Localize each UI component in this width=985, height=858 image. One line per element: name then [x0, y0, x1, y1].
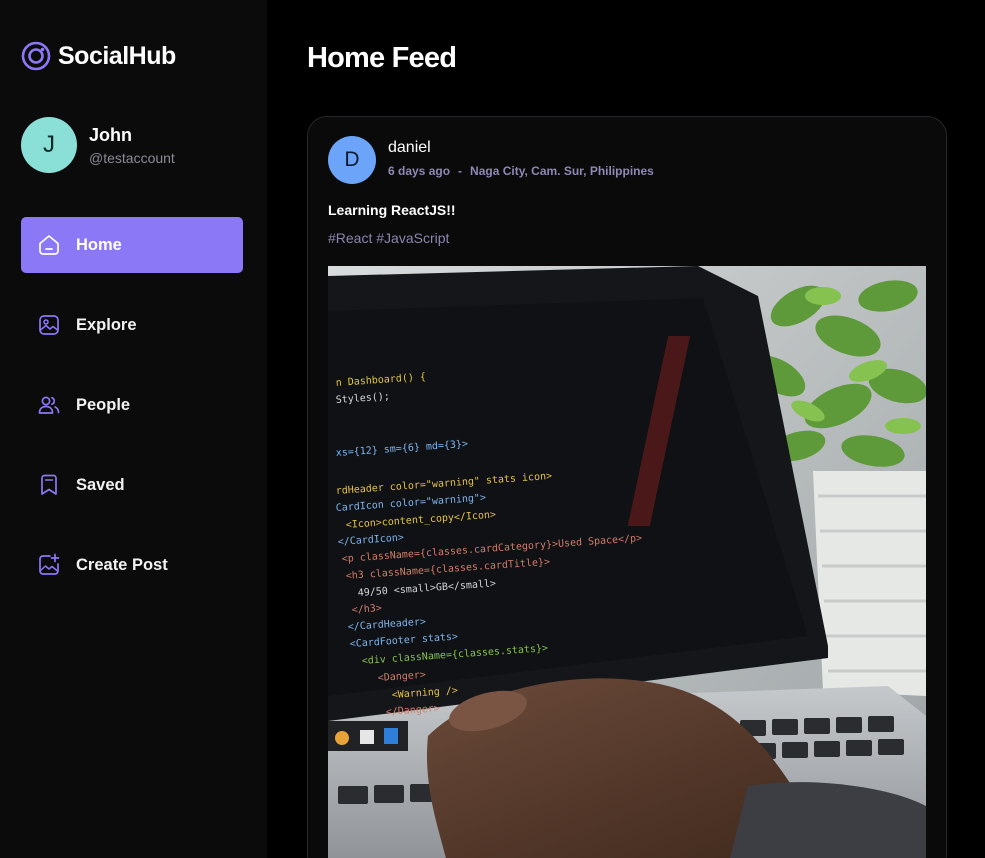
- sidebar-item-create-post[interactable]: Create Post: [21, 537, 243, 593]
- app-root: SocialHub J John @testaccount Home Explo…: [0, 0, 985, 858]
- svg-text:</h3>: </h3>: [351, 603, 382, 616]
- page-title: Home Feed: [307, 42, 457, 74]
- create-post-icon: [39, 553, 60, 575]
- post-author-avatar[interactable]: D: [328, 136, 376, 184]
- sidebar-item-label: Create Post: [76, 555, 168, 574]
- profile-text: John @testaccount: [89, 125, 175, 166]
- brand-name: SocialHub: [58, 41, 176, 70]
- post-card: D daniel 6 days ago - Naga City, Cam. Sur,…: [307, 116, 947, 858]
- sidebar-item-label: Home: [76, 235, 122, 254]
- laptop-photo-illustration: n Dashboard() { Styles(); xs={12} sm={6}…: [328, 266, 926, 858]
- logo-icon: [21, 41, 51, 71]
- brand[interactable]: SocialHub: [21, 40, 246, 72]
- meta-separator: -: [458, 163, 463, 178]
- user-profile[interactable]: J John @testaccount: [21, 117, 246, 173]
- post-tags[interactable]: #React #JavaScript: [328, 230, 926, 246]
- post-header: D daniel 6 days ago - Naga City, Cam. Sur,…: [328, 136, 926, 184]
- post-header-text: daniel 6 days ago - Naga City, Cam. Sur, P…: [388, 139, 654, 178]
- explore-icon: [39, 315, 59, 335]
- sidebar: SocialHub J John @testaccount Home Explo…: [0, 0, 267, 858]
- sidebar-item-explore[interactable]: Explore: [21, 297, 243, 353]
- sidebar-item-saved[interactable]: Saved: [21, 457, 243, 513]
- sidebar-item-people[interactable]: People: [21, 377, 243, 433]
- profile-handle: @testaccount: [89, 149, 175, 166]
- sidebar-item-home[interactable]: Home: [21, 217, 243, 273]
- sidebar-item-label: Saved: [76, 475, 125, 494]
- home-icon: [39, 235, 59, 255]
- post-image[interactable]: n Dashboard() { Styles(); xs={12} sm={6}…: [328, 266, 926, 858]
- post-author-name[interactable]: daniel: [388, 139, 654, 157]
- avatar: J: [21, 117, 77, 173]
- bookmark-icon: [41, 474, 57, 495]
- post-caption: Learning ReactJS!!: [328, 202, 456, 218]
- sidebar-item-label: People: [76, 395, 131, 414]
- main-content: Home Feed D daniel 6 days ago - Naga City,…: [267, 0, 985, 858]
- profile-name: John: [89, 124, 132, 145]
- sidebar-item-label: Explore: [76, 315, 137, 334]
- people-icon: [38, 396, 60, 414]
- post-timestamp: 6 days ago: [388, 163, 451, 178]
- post-location: Naga City, Cam. Sur, Philippines: [470, 163, 654, 178]
- sidebar-nav: Home Explore People Saved Create Post: [21, 217, 246, 593]
- post-meta: 6 days ago - Naga City, Cam. Sur, Philippi…: [388, 164, 654, 178]
